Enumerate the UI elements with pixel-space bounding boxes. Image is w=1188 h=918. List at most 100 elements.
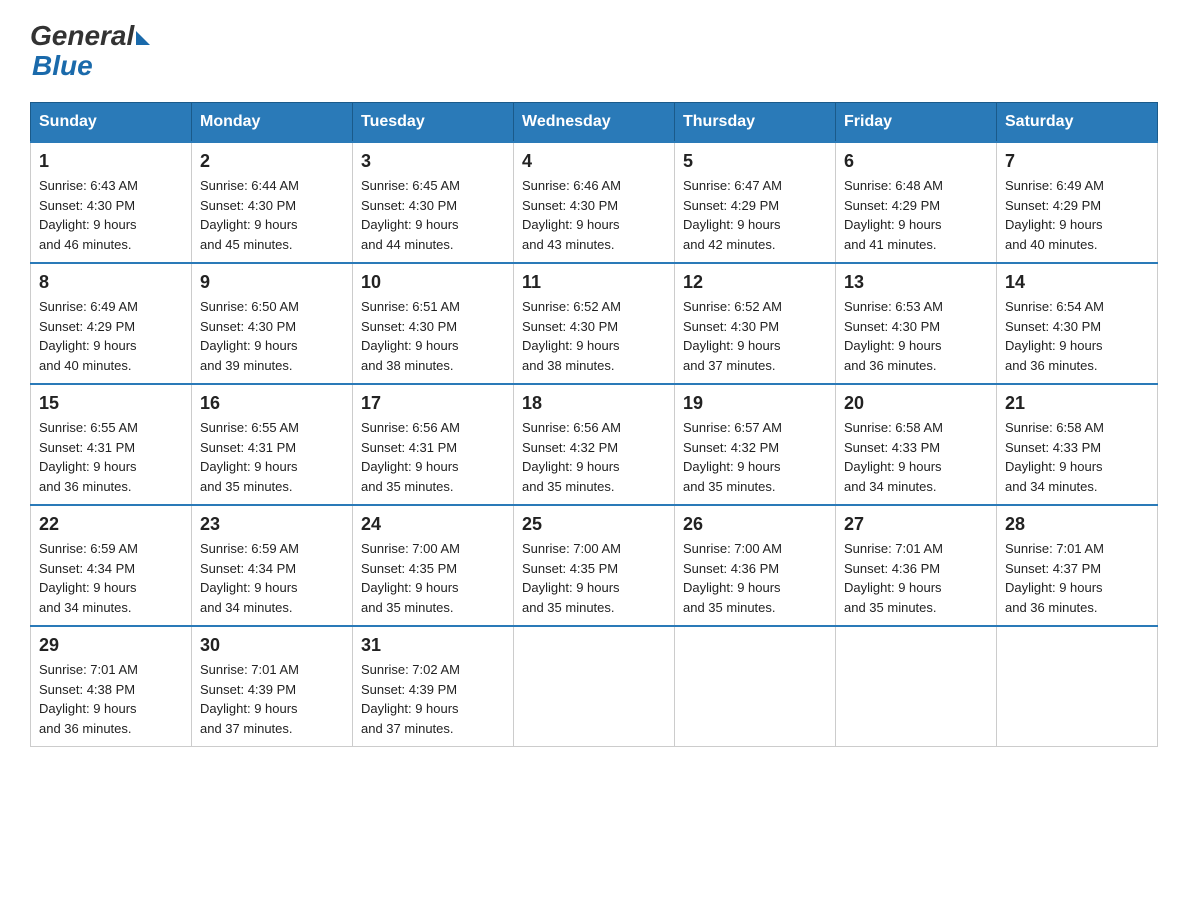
day-number: 13: [844, 272, 988, 293]
calendar-cell: 20 Sunrise: 6:58 AM Sunset: 4:33 PM Dayl…: [836, 384, 997, 505]
day-info: Sunrise: 6:49 AM Sunset: 4:29 PM Dayligh…: [1005, 176, 1149, 254]
day-number: 2: [200, 151, 344, 172]
day-number: 18: [522, 393, 666, 414]
logo-blue-text: Blue: [32, 50, 93, 82]
calendar-cell: 3 Sunrise: 6:45 AM Sunset: 4:30 PM Dayli…: [353, 142, 514, 263]
day-number: 5: [683, 151, 827, 172]
day-number: 19: [683, 393, 827, 414]
day-info: Sunrise: 6:53 AM Sunset: 4:30 PM Dayligh…: [844, 297, 988, 375]
day-number: 21: [1005, 393, 1149, 414]
logo-arrow-icon: [136, 31, 150, 45]
day-info: Sunrise: 6:44 AM Sunset: 4:30 PM Dayligh…: [200, 176, 344, 254]
day-info: Sunrise: 7:00 AM Sunset: 4:35 PM Dayligh…: [522, 539, 666, 617]
day-info: Sunrise: 6:54 AM Sunset: 4:30 PM Dayligh…: [1005, 297, 1149, 375]
day-info: Sunrise: 6:58 AM Sunset: 4:33 PM Dayligh…: [844, 418, 988, 496]
day-info: Sunrise: 6:45 AM Sunset: 4:30 PM Dayligh…: [361, 176, 505, 254]
calendar-cell: 9 Sunrise: 6:50 AM Sunset: 4:30 PM Dayli…: [192, 263, 353, 384]
calendar-table: Sunday Monday Tuesday Wednesday Thursday…: [30, 102, 1158, 747]
day-info: Sunrise: 6:55 AM Sunset: 4:31 PM Dayligh…: [39, 418, 183, 496]
day-number: 8: [39, 272, 183, 293]
day-number: 9: [200, 272, 344, 293]
calendar-cell: 7 Sunrise: 6:49 AM Sunset: 4:29 PM Dayli…: [997, 142, 1158, 263]
calendar-cell: 12 Sunrise: 6:52 AM Sunset: 4:30 PM Dayl…: [675, 263, 836, 384]
calendar-week-row: 1 Sunrise: 6:43 AM Sunset: 4:30 PM Dayli…: [31, 142, 1158, 263]
day-number: 31: [361, 635, 505, 656]
day-info: Sunrise: 6:56 AM Sunset: 4:31 PM Dayligh…: [361, 418, 505, 496]
calendar-cell: [836, 626, 997, 747]
day-number: 3: [361, 151, 505, 172]
day-info: Sunrise: 6:59 AM Sunset: 4:34 PM Dayligh…: [39, 539, 183, 617]
day-info: Sunrise: 7:01 AM Sunset: 4:37 PM Dayligh…: [1005, 539, 1149, 617]
day-number: 24: [361, 514, 505, 535]
page-header: General Blue: [30, 20, 1158, 82]
calendar-week-row: 22 Sunrise: 6:59 AM Sunset: 4:34 PM Dayl…: [31, 505, 1158, 626]
day-info: Sunrise: 6:52 AM Sunset: 4:30 PM Dayligh…: [522, 297, 666, 375]
calendar-cell: 31 Sunrise: 7:02 AM Sunset: 4:39 PM Dayl…: [353, 626, 514, 747]
day-number: 15: [39, 393, 183, 414]
header-wednesday: Wednesday: [514, 103, 675, 143]
day-number: 7: [1005, 151, 1149, 172]
calendar-cell: 11 Sunrise: 6:52 AM Sunset: 4:30 PM Dayl…: [514, 263, 675, 384]
calendar-cell: 6 Sunrise: 6:48 AM Sunset: 4:29 PM Dayli…: [836, 142, 997, 263]
calendar-cell: [514, 626, 675, 747]
day-number: 30: [200, 635, 344, 656]
calendar-cell: 10 Sunrise: 6:51 AM Sunset: 4:30 PM Dayl…: [353, 263, 514, 384]
calendar-cell: 19 Sunrise: 6:57 AM Sunset: 4:32 PM Dayl…: [675, 384, 836, 505]
day-number: 22: [39, 514, 183, 535]
day-info: Sunrise: 7:01 AM Sunset: 4:39 PM Dayligh…: [200, 660, 344, 738]
day-number: 17: [361, 393, 505, 414]
day-info: Sunrise: 6:50 AM Sunset: 4:30 PM Dayligh…: [200, 297, 344, 375]
day-number: 4: [522, 151, 666, 172]
day-info: Sunrise: 6:52 AM Sunset: 4:30 PM Dayligh…: [683, 297, 827, 375]
calendar-week-row: 8 Sunrise: 6:49 AM Sunset: 4:29 PM Dayli…: [31, 263, 1158, 384]
calendar-cell: 30 Sunrise: 7:01 AM Sunset: 4:39 PM Dayl…: [192, 626, 353, 747]
day-number: 1: [39, 151, 183, 172]
calendar-cell: 22 Sunrise: 6:59 AM Sunset: 4:34 PM Dayl…: [31, 505, 192, 626]
day-number: 11: [522, 272, 666, 293]
day-info: Sunrise: 7:01 AM Sunset: 4:36 PM Dayligh…: [844, 539, 988, 617]
calendar-cell: 14 Sunrise: 6:54 AM Sunset: 4:30 PM Dayl…: [997, 263, 1158, 384]
day-info: Sunrise: 6:48 AM Sunset: 4:29 PM Dayligh…: [844, 176, 988, 254]
day-info: Sunrise: 6:46 AM Sunset: 4:30 PM Dayligh…: [522, 176, 666, 254]
calendar-week-row: 29 Sunrise: 7:01 AM Sunset: 4:38 PM Dayl…: [31, 626, 1158, 747]
day-info: Sunrise: 6:49 AM Sunset: 4:29 PM Dayligh…: [39, 297, 183, 375]
day-info: Sunrise: 6:55 AM Sunset: 4:31 PM Dayligh…: [200, 418, 344, 496]
day-info: Sunrise: 6:59 AM Sunset: 4:34 PM Dayligh…: [200, 539, 344, 617]
calendar-cell: 24 Sunrise: 7:00 AM Sunset: 4:35 PM Dayl…: [353, 505, 514, 626]
day-number: 27: [844, 514, 988, 535]
calendar-cell: 2 Sunrise: 6:44 AM Sunset: 4:30 PM Dayli…: [192, 142, 353, 263]
day-info: Sunrise: 6:51 AM Sunset: 4:30 PM Dayligh…: [361, 297, 505, 375]
day-number: 25: [522, 514, 666, 535]
header-sunday: Sunday: [31, 103, 192, 143]
day-info: Sunrise: 6:56 AM Sunset: 4:32 PM Dayligh…: [522, 418, 666, 496]
calendar-cell: 17 Sunrise: 6:56 AM Sunset: 4:31 PM Dayl…: [353, 384, 514, 505]
calendar-cell: [997, 626, 1158, 747]
day-info: Sunrise: 6:43 AM Sunset: 4:30 PM Dayligh…: [39, 176, 183, 254]
day-number: 12: [683, 272, 827, 293]
header-monday: Monday: [192, 103, 353, 143]
day-number: 16: [200, 393, 344, 414]
calendar-cell: 8 Sunrise: 6:49 AM Sunset: 4:29 PM Dayli…: [31, 263, 192, 384]
calendar-week-row: 15 Sunrise: 6:55 AM Sunset: 4:31 PM Dayl…: [31, 384, 1158, 505]
day-info: Sunrise: 7:02 AM Sunset: 4:39 PM Dayligh…: [361, 660, 505, 738]
logo-general-text: General: [30, 20, 134, 52]
calendar-cell: 13 Sunrise: 6:53 AM Sunset: 4:30 PM Dayl…: [836, 263, 997, 384]
calendar-cell: 5 Sunrise: 6:47 AM Sunset: 4:29 PM Dayli…: [675, 142, 836, 263]
day-number: 10: [361, 272, 505, 293]
calendar-cell: 18 Sunrise: 6:56 AM Sunset: 4:32 PM Dayl…: [514, 384, 675, 505]
day-info: Sunrise: 7:00 AM Sunset: 4:35 PM Dayligh…: [361, 539, 505, 617]
day-number: 20: [844, 393, 988, 414]
calendar-cell: 29 Sunrise: 7:01 AM Sunset: 4:38 PM Dayl…: [31, 626, 192, 747]
day-info: Sunrise: 6:47 AM Sunset: 4:29 PM Dayligh…: [683, 176, 827, 254]
calendar-cell: 25 Sunrise: 7:00 AM Sunset: 4:35 PM Dayl…: [514, 505, 675, 626]
day-number: 14: [1005, 272, 1149, 293]
calendar-cell: 15 Sunrise: 6:55 AM Sunset: 4:31 PM Dayl…: [31, 384, 192, 505]
calendar-cell: 16 Sunrise: 6:55 AM Sunset: 4:31 PM Dayl…: [192, 384, 353, 505]
calendar-cell: [675, 626, 836, 747]
calendar-cell: 23 Sunrise: 6:59 AM Sunset: 4:34 PM Dayl…: [192, 505, 353, 626]
calendar-cell: 27 Sunrise: 7:01 AM Sunset: 4:36 PM Dayl…: [836, 505, 997, 626]
calendar-cell: 26 Sunrise: 7:00 AM Sunset: 4:36 PM Dayl…: [675, 505, 836, 626]
day-info: Sunrise: 7:01 AM Sunset: 4:38 PM Dayligh…: [39, 660, 183, 738]
day-info: Sunrise: 7:00 AM Sunset: 4:36 PM Dayligh…: [683, 539, 827, 617]
header-friday: Friday: [836, 103, 997, 143]
